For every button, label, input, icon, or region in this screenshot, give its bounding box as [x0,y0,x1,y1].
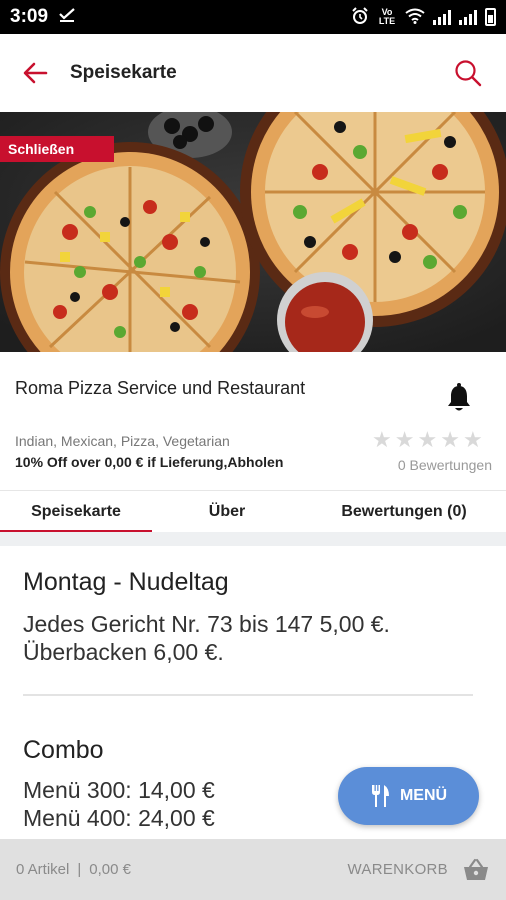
alarm-icon [351,6,369,28]
star-icon: ★ [462,427,483,452]
wifi-icon [405,8,425,27]
notification-bell-button[interactable] [445,383,473,413]
status-time: 3:09 [10,6,49,27]
page-title: Speisekarte [70,62,177,83]
offer-text: 10% Off over 0,00 € if Lieferung,Abholen [15,454,284,470]
section-body: Jedes Gericht Nr. 73 bis 147 5,00 €. Übe… [23,611,390,665]
section-title: Combo [23,736,104,764]
search-icon [455,60,482,87]
divider [23,694,473,696]
cart-item-count: 0 Artikel [16,861,70,878]
star-icon: ★ [372,427,392,452]
tab-bar: Speisekarte Über Bewertungen (0) [0,490,506,533]
cart-total: 0,00 € [89,861,131,878]
bell-icon [448,383,470,411]
section-divider [0,532,506,546]
cuisine-list: Indian, Mexican, Pizza, Vegetarian [15,433,230,449]
restaurant-name: Roma Pizza Service und Restaurant [15,378,306,398]
rating-count: 0 Bewertungen [397,457,492,473]
rating-stars: ★ ★ ★ ★ ★ [372,429,483,451]
tab-bewertungen[interactable]: Bewertungen (0) [302,491,506,533]
status-bar: 3:09 Vo LTE [0,0,506,34]
search-button[interactable] [430,34,506,112]
star-icon: ★ [417,427,438,452]
cart-button-label[interactable]: WARENKORB [348,861,449,878]
signal-icon-2 [459,9,477,25]
app-bar: Speisekarte [0,34,506,112]
status-badge: Schließen [0,136,114,162]
signal-icon [433,9,451,25]
cutlery-icon [371,785,389,807]
tab-speisekarte[interactable]: Speisekarte [0,491,152,533]
arrow-back-icon [23,62,48,84]
section-body: Menü 300: 14,00 € Menü 400: 24,00 € [23,777,215,831]
star-icon: ★ [440,427,460,452]
back-button[interactable] [0,34,70,112]
cart-bar[interactable]: 0 Artikel | 0,00 € WARENKORB [0,839,506,900]
menu-fab-button[interactable]: MENÜ [338,767,479,825]
star-icon: ★ [394,427,415,452]
volte-icon: Vo LTE [378,7,396,26]
tab-ueber[interactable]: Über [152,491,302,533]
basket-icon[interactable] [462,858,490,882]
battery-icon [485,8,496,26]
section-title: Montag - Nudeltag [23,568,229,596]
download-done-icon [58,7,76,27]
cart-separator: | [77,861,82,878]
fab-label: MENÜ [399,787,448,804]
